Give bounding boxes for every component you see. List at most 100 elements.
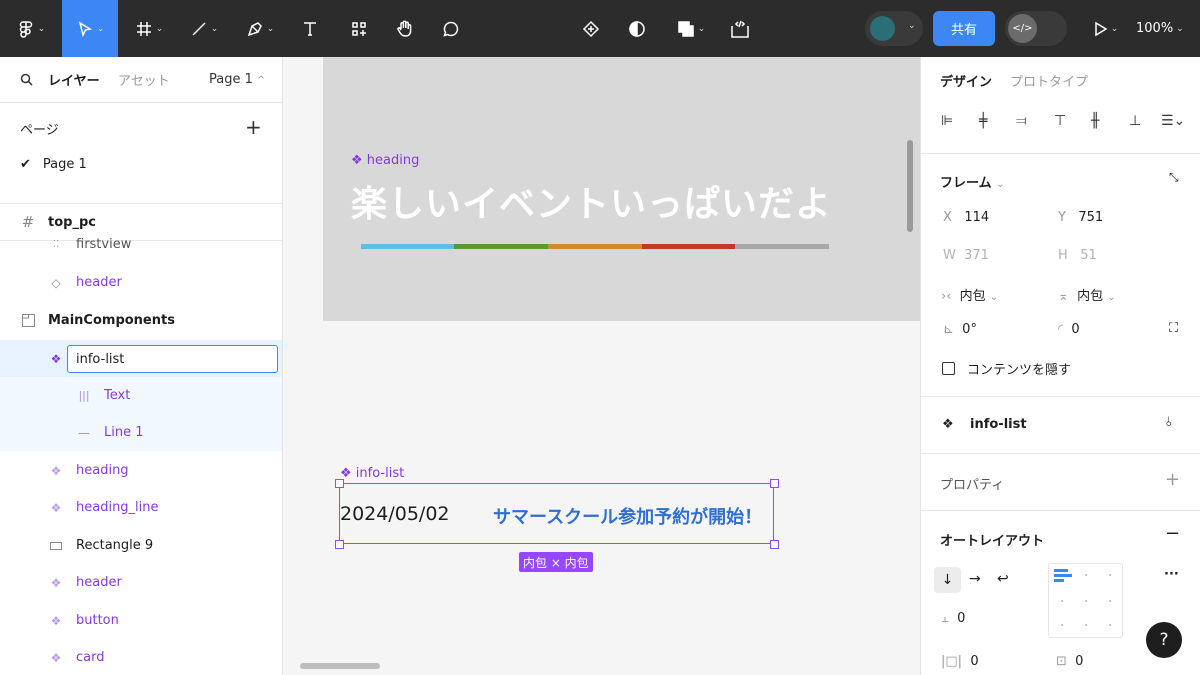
mask-icon bbox=[629, 20, 645, 37]
y-field[interactable]: Y 751 bbox=[1058, 210, 1103, 225]
heading-text[interactable]: 楽しいイベントいっぱいだよ bbox=[351, 175, 832, 227]
info-date[interactable]: 2024/05/02 bbox=[340, 503, 450, 525]
component-icon: ❖ bbox=[50, 463, 62, 478]
section-icon bbox=[20, 313, 36, 329]
align-left-icon[interactable]: ⊫ bbox=[941, 113, 953, 129]
dev-mode-toggle[interactable]: </> bbox=[1005, 11, 1067, 46]
w-field[interactable]: W 371 bbox=[943, 248, 989, 263]
user-menu[interactable]: ⌄ bbox=[865, 11, 923, 46]
grid-dot bbox=[1085, 624, 1087, 626]
add-property-button[interactable]: + bbox=[1165, 469, 1180, 490]
comment-tool-button[interactable] bbox=[432, 0, 470, 57]
rotation-field[interactable]: ⊾ 0° bbox=[943, 322, 977, 337]
h-field[interactable]: H 51 bbox=[1058, 248, 1097, 263]
align-center-h-icon[interactable]: ╪ bbox=[979, 113, 987, 129]
main-menu-button[interactable]: ⌄ bbox=[8, 0, 54, 57]
tab-assets[interactable]: アセット bbox=[118, 70, 170, 89]
zoom-menu[interactable]: 100% ⌄ bbox=[1136, 0, 1184, 57]
component-button[interactable] bbox=[573, 0, 609, 57]
layer-row[interactable]: ◇ header bbox=[0, 264, 282, 301]
resources-tool-button[interactable] bbox=[340, 0, 378, 57]
frame-tool-button[interactable]: ⌄ bbox=[126, 0, 172, 57]
resize-handle[interactable] bbox=[335, 479, 344, 488]
layer-row[interactable]: ||| Text bbox=[0, 377, 282, 414]
add-page-button[interactable]: + bbox=[245, 115, 262, 139]
info-list-component-label[interactable]: ❖ info-list bbox=[340, 466, 404, 481]
hand-icon bbox=[397, 20, 412, 37]
align-center-v-icon[interactable]: ╫ bbox=[1091, 113, 1099, 129]
present-button[interactable]: ⌄ bbox=[1082, 0, 1128, 57]
layer-row[interactable]: ❖ heading bbox=[0, 452, 282, 489]
resize-handle[interactable] bbox=[335, 540, 344, 549]
canvas-vertical-scrollbar[interactable] bbox=[907, 140, 913, 232]
clip-content-label: コンテンツを隠す bbox=[967, 363, 1072, 378]
page-selector[interactable]: Page 1 ^ bbox=[209, 72, 265, 87]
y-label: Y bbox=[1058, 210, 1066, 225]
layer-row[interactable]: MainComponents bbox=[0, 302, 282, 339]
height-sizing-select[interactable]: ⌅ 内包 ⌄ bbox=[1058, 285, 1116, 304]
horizontal-resize-icon: ›‹ bbox=[941, 289, 952, 304]
layer-row[interactable]: ❖ card bbox=[0, 639, 282, 675]
layer-row[interactable]: ❖ header bbox=[0, 564, 282, 601]
layer-row[interactable]: — Line 1 bbox=[0, 414, 282, 451]
align-right-icon[interactable]: ⫤ bbox=[1016, 113, 1027, 129]
alignment-grid[interactable] bbox=[1048, 563, 1123, 638]
component-name[interactable]: info-list bbox=[970, 417, 1027, 432]
heading-component-label[interactable]: ❖ heading bbox=[351, 153, 419, 168]
layer-row[interactable]: Rectangle 9 bbox=[0, 527, 282, 564]
layer-row[interactable]: ❖ button bbox=[0, 602, 282, 639]
chevron-down-icon: ⌄ bbox=[908, 21, 916, 31]
layer-row[interactable]: ⁚⁚ firstview bbox=[0, 229, 282, 259]
horizontal-direction-button[interactable]: → bbox=[969, 571, 981, 587]
chevron-down-icon: ⌄ bbox=[996, 179, 1005, 190]
mask-button[interactable] bbox=[619, 0, 655, 57]
collapse-icon[interactable]: ⤡ bbox=[1169, 170, 1179, 185]
share-button[interactable]: 共有 bbox=[933, 11, 995, 46]
align-bottom-icon[interactable]: ⊥ bbox=[1129, 113, 1141, 129]
vertical-direction-button[interactable]: ↓ bbox=[934, 567, 961, 593]
width-sizing-select[interactable]: ›‹ 内包 ⌄ bbox=[941, 285, 998, 304]
resize-handle[interactable] bbox=[770, 479, 779, 488]
align-bar bbox=[1054, 569, 1068, 572]
boolean-button[interactable]: ⌄ bbox=[668, 0, 714, 57]
canvas[interactable]: ❖ heading 楽しいイベントいっぱいだよ bbox=[283, 57, 921, 675]
distribute-icon[interactable]: ☰⌄ bbox=[1161, 113, 1185, 129]
alignment-toolbar: ⊫ ╪ ⫤ ⊤ ╫ ⊥ ☰⌄ bbox=[921, 113, 1200, 137]
horizontal-padding-value: 0 bbox=[970, 654, 979, 669]
firstview-frame[interactable]: ❖ heading 楽しいイベントいっぱいだよ bbox=[323, 57, 921, 321]
hand-tool-button[interactable] bbox=[386, 0, 424, 57]
align-top-icon[interactable]: ⊤ bbox=[1054, 113, 1066, 129]
resize-handle[interactable] bbox=[770, 540, 779, 549]
move-tool-button[interactable]: ⌄ bbox=[62, 0, 118, 57]
component-settings-icon[interactable]: ⫰ bbox=[1166, 415, 1172, 430]
text-tool-button[interactable] bbox=[292, 0, 328, 57]
radius-field[interactable]: ◜ 0 bbox=[1058, 322, 1080, 337]
layer-row-selected[interactable]: ❖ info-list bbox=[0, 340, 282, 377]
tab-layers[interactable]: レイヤー bbox=[48, 70, 100, 89]
layer-row[interactable]: ❖ heading_line bbox=[0, 489, 282, 526]
cursor-icon bbox=[78, 20, 92, 37]
clip-content-checkbox[interactable] bbox=[942, 362, 955, 375]
search-icon[interactable] bbox=[20, 73, 33, 86]
frame-section-heading[interactable]: フレーム ⌄ bbox=[940, 172, 1005, 191]
properties-heading: プロパティ bbox=[940, 478, 1005, 493]
line-tool-button[interactable]: ⌄ bbox=[180, 0, 228, 57]
info-title[interactable]: サマースクール参加予約が開始！ bbox=[493, 503, 762, 529]
tab-prototype[interactable]: プロトタイプ bbox=[1010, 71, 1088, 90]
help-button[interactable]: ? bbox=[1146, 622, 1182, 658]
layer-rename-input[interactable]: info-list bbox=[67, 345, 278, 373]
x-field[interactable]: X 114 bbox=[943, 210, 989, 225]
wrap-direction-button[interactable]: ↩ bbox=[997, 571, 1009, 587]
dev-mode-button[interactable] bbox=[722, 0, 758, 57]
tab-design[interactable]: デザイン bbox=[940, 71, 992, 90]
pen-tool-button[interactable]: ⌄ bbox=[236, 0, 284, 57]
page-item-page1[interactable]: ✔ Page 1 bbox=[20, 157, 87, 172]
vertical-padding-field[interactable]: ⊡ 0 bbox=[1056, 654, 1083, 669]
vertical-padding-value: 0 bbox=[1075, 654, 1084, 669]
horizontal-padding-field[interactable]: |□| 0 bbox=[941, 654, 979, 669]
independent-corners-icon[interactable]: ⛶ bbox=[1169, 321, 1178, 336]
gap-field[interactable]: ⫠ 0 bbox=[941, 611, 965, 626]
remove-autolayout-button[interactable]: − bbox=[1165, 523, 1180, 544]
more-options-icon[interactable]: ··· bbox=[1164, 567, 1179, 582]
canvas-horizontal-scrollbar[interactable] bbox=[300, 663, 380, 669]
